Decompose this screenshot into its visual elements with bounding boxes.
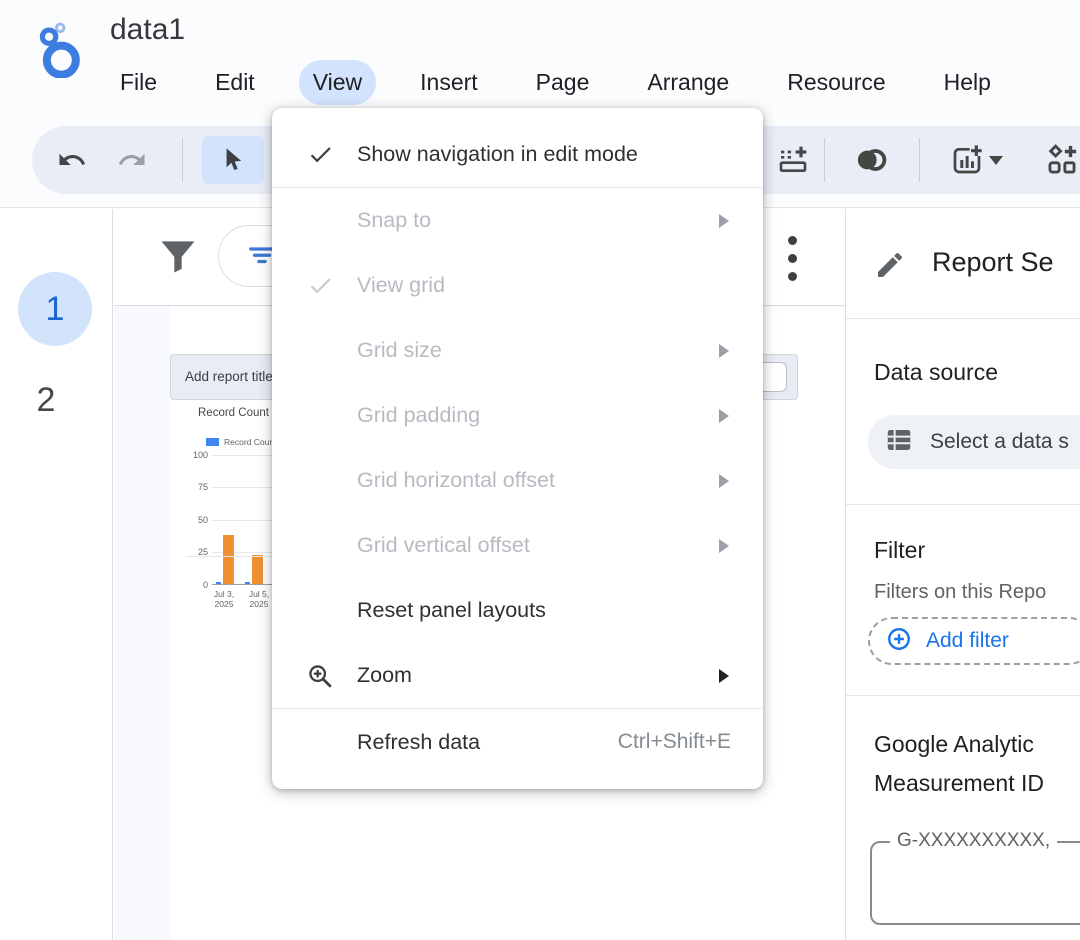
redo-button[interactable] — [108, 136, 156, 184]
select-data-source-label: Select a data s — [930, 430, 1069, 454]
menu-page[interactable]: Page — [522, 60, 604, 105]
menu-insert[interactable]: Insert — [406, 60, 492, 105]
add-circle-icon — [886, 626, 912, 657]
report-title[interactable]: data1 — [110, 13, 185, 47]
panel-header: Report Se — [846, 209, 1080, 319]
ga-heading-line1: Google Analytic — [874, 731, 1034, 758]
select-tool-button[interactable] — [202, 136, 264, 184]
add-data-icon — [777, 144, 809, 176]
y-tick-50: 50 — [184, 515, 208, 525]
page-divider-line — [186, 556, 272, 557]
menu-item-refresh-data[interactable]: Refresh data Ctrl+Shift+E — [272, 709, 763, 775]
menu-item-grid-horizontal-offset[interactable]: Grid horizontal offset — [272, 448, 763, 513]
page-navigation: 1 2 — [0, 209, 113, 940]
ga-heading-line2: Measurement ID — [874, 770, 1044, 797]
submenu-arrow-icon — [719, 669, 729, 683]
menu-item-snap-to[interactable]: Snap to — [272, 188, 763, 253]
add-chart-icon — [951, 144, 983, 176]
panel-divider — [846, 504, 1080, 505]
y-tick-100: 100 — [184, 450, 208, 460]
panel-title: Report Se — [932, 247, 1054, 278]
page-1-number: 1 — [46, 290, 65, 329]
toolbar-divider — [824, 138, 825, 182]
menu-item-view-grid[interactable]: View grid — [272, 253, 763, 318]
menu-help[interactable]: Help — [930, 60, 1005, 105]
checkmark-icon-disabled — [305, 272, 335, 299]
bar-record-count-2 — [245, 582, 250, 584]
add-filter-button[interactable]: Add filter — [868, 617, 1080, 665]
kebab-dot — [788, 254, 797, 263]
report-settings-panel: Report Se Data source Select a data s Fi… — [845, 209, 1080, 940]
view-dropdown-menu: Show navigation in edit mode Snap to Vie… — [272, 108, 763, 789]
menu-file[interactable]: File — [106, 60, 171, 105]
menu-item-show-navigation[interactable]: Show navigation in edit mode — [272, 121, 763, 187]
bar-series2-1 — [223, 535, 234, 584]
undo-icon — [57, 145, 87, 175]
toolbar-divider — [919, 138, 920, 182]
submenu-arrow-icon — [719, 344, 729, 358]
undo-button[interactable] — [48, 136, 96, 184]
page-item-1[interactable]: 1 — [18, 272, 92, 346]
add-control-icon — [1045, 143, 1079, 177]
data-source-table-icon — [884, 425, 914, 460]
menu-item-grid-size[interactable]: Grid size — [272, 318, 763, 383]
menu-arrange[interactable]: Arrange — [633, 60, 743, 105]
pencil-icon — [874, 249, 906, 286]
menu-item-grid-padding[interactable]: Grid padding — [272, 383, 763, 448]
filter-heading: Filter — [874, 537, 925, 564]
add-control-button[interactable] — [1037, 136, 1080, 184]
submenu-arrow-icon — [719, 474, 729, 488]
refresh-data-shortcut: Ctrl+Shift+E — [618, 730, 731, 754]
toolbar-divider — [182, 138, 183, 182]
looker-studio-logo-icon[interactable] — [33, 20, 83, 83]
menu-edit[interactable]: Edit — [201, 60, 269, 105]
y-tick-75: 75 — [184, 482, 208, 492]
measurement-id-field[interactable]: G-XXXXXXXXXX, — [870, 841, 1080, 925]
measurement-id-floating-label: G-XXXXXXXXXX, — [890, 830, 1057, 852]
page-2-number: 2 — [37, 381, 56, 419]
legend-label-record-count: Record Count — [224, 437, 276, 447]
panel-divider — [846, 695, 1080, 696]
submenu-arrow-icon — [719, 214, 729, 228]
add-filter-label: Add filter — [926, 629, 1009, 653]
add-data-button[interactable] — [769, 136, 817, 184]
kebab-dot — [788, 272, 797, 281]
select-data-source-button[interactable]: Select a data s — [868, 415, 1080, 469]
bar-record-count-1 — [216, 582, 221, 584]
menubar: File Edit View Insert Page Arrange Resou… — [106, 60, 1005, 105]
blend-data-icon — [853, 145, 889, 175]
menu-resource[interactable]: Resource — [773, 60, 899, 105]
bar-series2-2 — [252, 555, 263, 584]
kebab-dot — [788, 236, 797, 245]
page-item-2[interactable]: 2 — [0, 381, 92, 420]
legend-swatch-blue — [206, 438, 219, 446]
cursor-icon — [219, 146, 247, 174]
menu-item-reset-panel-layouts[interactable]: Reset panel layouts — [272, 578, 763, 643]
y-tick-0: 0 — [184, 580, 208, 590]
submenu-arrow-icon — [719, 539, 729, 553]
blend-data-button[interactable] — [847, 136, 895, 184]
redo-icon — [117, 145, 147, 175]
submenu-arrow-icon — [719, 409, 729, 423]
filter-subtext: Filters on this Repo — [874, 581, 1046, 604]
data-source-heading: Data source — [874, 359, 998, 386]
more-options-kebab-button[interactable] — [782, 233, 802, 283]
menu-view[interactable]: View — [299, 60, 376, 105]
looker-studio-window: data1 File Edit View Insert Page Arrange… — [0, 0, 1080, 940]
add-chart-button[interactable] — [942, 136, 1012, 184]
add-chart-dropdown-caret — [989, 156, 1003, 165]
filter-funnel-icon[interactable] — [156, 234, 200, 283]
zoom-in-icon — [305, 662, 335, 690]
menu-item-zoom[interactable]: Zoom — [272, 643, 763, 708]
checkmark-icon — [305, 141, 335, 168]
menu-item-grid-vertical-offset[interactable]: Grid vertical offset — [272, 513, 763, 578]
